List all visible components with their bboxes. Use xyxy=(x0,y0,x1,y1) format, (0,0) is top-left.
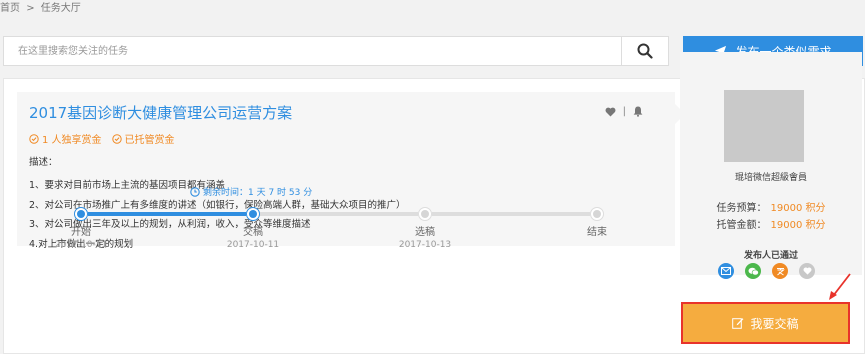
timeline-dot xyxy=(418,207,432,221)
description-label: 描述： xyxy=(29,157,58,168)
id-card-icon xyxy=(772,263,788,279)
search-bar xyxy=(3,36,669,66)
verification-icons xyxy=(718,263,815,279)
breadcrumb-current: 任务大厅 xyxy=(40,3,81,14)
wechat-icon xyxy=(745,263,761,279)
search-button[interactable] xyxy=(621,37,668,65)
tag-label: 已托管赏金 xyxy=(124,135,175,146)
tag-label: 1 人独享赏金 xyxy=(42,135,102,146)
search-icon xyxy=(637,43,653,59)
timeline-step-date: 2017-10-13 xyxy=(398,240,452,250)
check-circle-icon xyxy=(111,133,122,144)
task-actions: | xyxy=(605,106,643,117)
publisher-name[interactable]: 琨培微信超級會員 xyxy=(680,170,862,183)
breadcrumb-separator: > xyxy=(26,3,35,14)
edit-icon xyxy=(732,318,744,329)
progress-timeline xyxy=(74,207,604,221)
clock-icon xyxy=(190,186,200,197)
avatar[interactable] xyxy=(724,90,804,162)
timeline-segment xyxy=(88,212,246,216)
escrow-amount: 托管金额： 19000 积分 xyxy=(680,216,862,231)
action-separator: | xyxy=(622,106,626,117)
check-circle-icon xyxy=(29,133,39,144)
timeline-step-name: 开始 xyxy=(71,227,91,238)
countdown: 剩余时间：1 天 7 时 53 分 xyxy=(190,185,312,198)
publisher-panel xyxy=(680,52,862,275)
timeline-dot xyxy=(74,207,88,221)
timeline-segment xyxy=(432,212,590,216)
escrow-value: 19000 积分 xyxy=(770,220,826,231)
timeline-step-name: 结束 xyxy=(587,227,607,238)
countdown-text: 剩余时间：1 天 7 时 53 分 xyxy=(203,188,313,198)
email-icon xyxy=(718,263,734,279)
timeline-dot xyxy=(590,207,604,221)
heart-icon[interactable] xyxy=(605,107,616,117)
budget-label: 任务预算： xyxy=(716,203,767,214)
task-budget: 任务预算： 19000 积分 xyxy=(680,199,862,214)
tag-escrowed-reward: 已托管赏金 xyxy=(111,131,175,146)
timeline-dot xyxy=(246,207,260,221)
timeline-step-name: 选稿 xyxy=(415,227,435,238)
timeline-step-date: 2017-10-11 xyxy=(226,240,280,250)
verified-label: 发布人已通过 xyxy=(743,251,798,261)
breadcrumb-home[interactable]: 首页 xyxy=(0,3,20,14)
tag-exclusive-reward: 1 人独享赏金 xyxy=(29,131,102,146)
timeline-step-name: 交稿 xyxy=(243,227,263,238)
submit-work-button[interactable]: 我要交稿 xyxy=(681,302,850,344)
heart-icon xyxy=(799,263,815,279)
search-input[interactable] xyxy=(4,37,623,65)
submit-button-label: 我要交稿 xyxy=(750,316,799,331)
budget-value: 19000 积分 xyxy=(770,203,826,214)
timeline-step-date: 2017-10-11 xyxy=(54,240,108,250)
bell-icon[interactable] xyxy=(633,106,643,117)
timeline-segment xyxy=(260,212,418,216)
task-tags: 1 人独享赏金 已托管赏金 xyxy=(29,131,175,146)
annotation-arrow-icon xyxy=(829,273,851,300)
breadcrumb: 首页 > 任务大厅 xyxy=(0,0,84,18)
task-detail-panel: 2017基因诊断大健康管理公司运营方案 | 1 人独享赏金 已托管赏金 描述： xyxy=(17,92,685,250)
task-title[interactable]: 2017基因诊断大健康管理公司运营方案 xyxy=(29,102,292,123)
escrow-label: 托管金额： xyxy=(716,220,767,231)
